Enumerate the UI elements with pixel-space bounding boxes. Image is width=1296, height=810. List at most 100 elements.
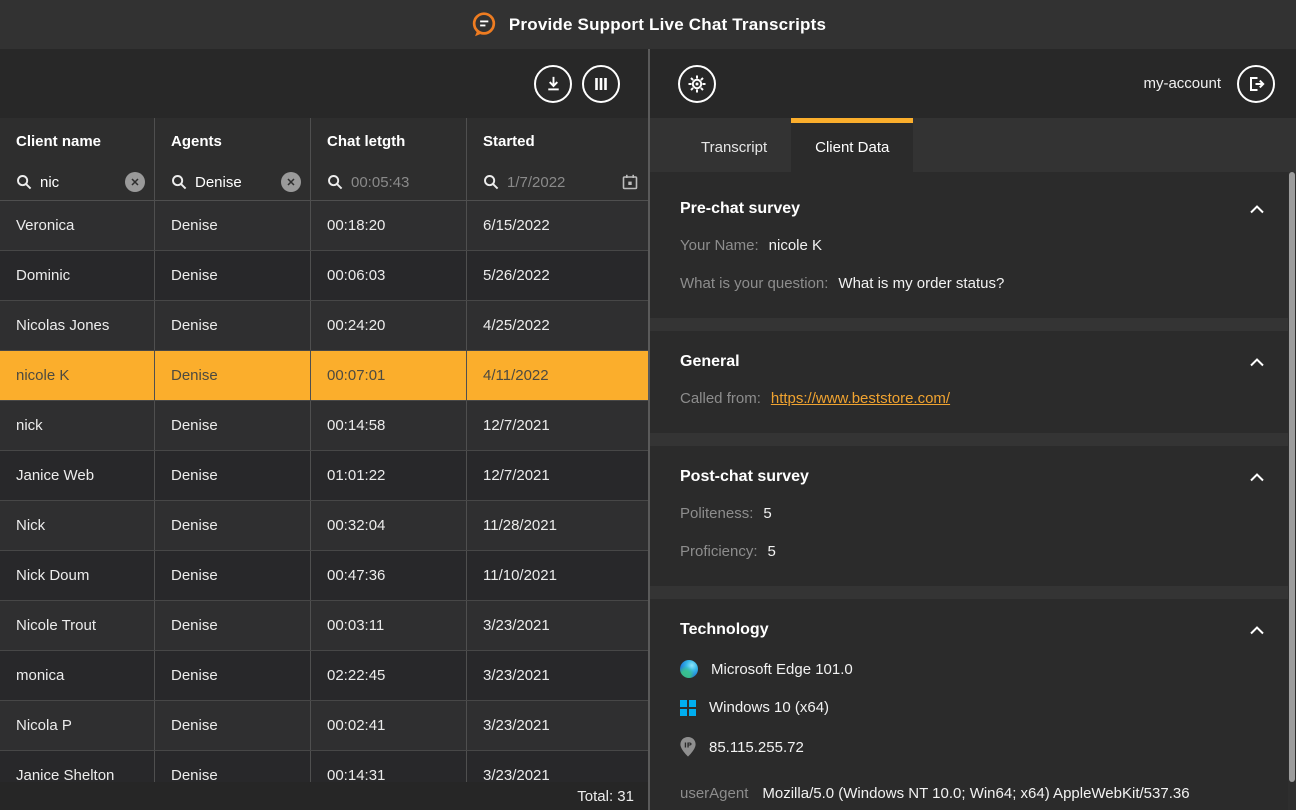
- cell-chat-length: 00:24:20: [311, 301, 467, 350]
- column-header-chat-length[interactable]: Chat letgth: [311, 118, 467, 164]
- cell-chat-length: 00:02:41: [311, 701, 467, 750]
- column-header-agents[interactable]: Agents: [155, 118, 311, 164]
- cell-started: 12/7/2021: [467, 401, 648, 450]
- table-row[interactable]: nick Denise 00:14:58 12/7/2021: [0, 401, 648, 451]
- table-row[interactable]: Nicolas Jones Denise 00:24:20 4/25/2022: [0, 301, 648, 351]
- cell-chat-length: 01:01:22: [311, 451, 467, 500]
- cell-started: 11/28/2021: [467, 501, 648, 550]
- field-label: Proficiency:: [680, 543, 758, 560]
- cell-agent: Denise: [155, 551, 311, 600]
- client-name-filter-input[interactable]: [40, 174, 117, 191]
- scrollbar-thumb[interactable]: [1289, 172, 1295, 782]
- app-window: Provide Support Live Chat Transcripts: [0, 0, 1296, 810]
- field-row: Your Name: nicole K: [680, 235, 1266, 256]
- app-title: Provide Support Live Chat Transcripts: [509, 15, 826, 35]
- cell-agent: Denise: [155, 351, 311, 400]
- cell-started: 12/7/2021: [467, 451, 648, 500]
- search-icon: [171, 174, 187, 190]
- transcripts-panel: Client name Agents Chat letgth Started: [0, 49, 650, 810]
- table-row[interactable]: nicole K Denise 00:07:01 4/11/2022: [0, 351, 648, 401]
- cell-client-name: nick: [0, 401, 155, 450]
- browser-value: Microsoft Edge 101.0: [711, 661, 853, 678]
- cell-started: 4/25/2022: [467, 301, 648, 350]
- cell-agent: Denise: [155, 451, 311, 500]
- started-filter-input[interactable]: [507, 174, 613, 191]
- agents-filter-input[interactable]: [195, 174, 273, 191]
- scrollbar-track[interactable]: [1288, 172, 1296, 810]
- tab-transcript[interactable]: Transcript: [677, 118, 791, 172]
- collapse-technology-button[interactable]: [1248, 624, 1266, 637]
- download-icon: [544, 74, 563, 93]
- total-count: Total: 31: [577, 788, 634, 805]
- download-button[interactable]: [534, 65, 572, 103]
- collapse-pre-chat-button[interactable]: [1248, 203, 1266, 216]
- field-label: Called from:: [680, 390, 761, 407]
- cell-client-name: Janice Web: [0, 451, 155, 500]
- cell-chat-length: 00:07:01: [311, 351, 467, 400]
- column-header-started[interactable]: Started: [467, 118, 648, 164]
- cell-started: 5/26/2022: [467, 251, 648, 300]
- date-picker-button[interactable]: [621, 173, 639, 191]
- table-row[interactable]: Janice Web Denise 01:01:22 12/7/2021: [0, 451, 648, 501]
- settings-button[interactable]: [678, 65, 716, 103]
- table-row[interactable]: Nick Doum Denise 00:47:36 11/10/2021: [0, 551, 648, 601]
- user-agent-label: userAgent: [680, 785, 748, 802]
- cell-started: 6/15/2022: [467, 201, 648, 250]
- field-row: Politeness: 5: [680, 503, 1266, 524]
- section-title: General: [680, 353, 740, 371]
- field-label: Politeness:: [680, 505, 753, 522]
- field-value: What is my order status?: [838, 275, 1004, 292]
- cell-agent: Denise: [155, 651, 311, 700]
- logout-button[interactable]: [1237, 65, 1275, 103]
- cell-client-name: Nicola P: [0, 701, 155, 750]
- field-label: Your Name:: [680, 237, 759, 254]
- browser-row: Microsoft Edge 101.0: [680, 660, 1266, 678]
- table-row[interactable]: Nicola P Denise 00:02:41 3/23/2021: [0, 701, 648, 751]
- clear-client-filter-button[interactable]: ✕: [125, 172, 145, 192]
- section-separator: [650, 318, 1296, 331]
- cell-client-name: nicole K: [0, 351, 155, 400]
- called-from-link[interactable]: https://www.beststore.com/: [771, 390, 950, 407]
- general-section: General Called from: https://www.beststor…: [650, 331, 1296, 433]
- close-icon: ✕: [286, 176, 295, 189]
- search-icon: [16, 174, 32, 190]
- cell-started: 3/23/2021: [467, 601, 648, 650]
- tab-client-data[interactable]: Client Data: [791, 118, 913, 172]
- cell-agent: Denise: [155, 601, 311, 650]
- table-row[interactable]: Nicole Trout Denise 00:03:11 3/23/2021: [0, 601, 648, 651]
- table-footer: Total: 31: [0, 782, 648, 810]
- collapse-general-button[interactable]: [1248, 356, 1266, 369]
- collapse-post-chat-button[interactable]: [1248, 471, 1266, 484]
- cell-chat-length: 00:06:03: [311, 251, 467, 300]
- user-agent-row: userAgentMozilla/5.0 (Windows NT 10.0; W…: [680, 781, 1222, 810]
- ip-pin-icon: IP: [680, 737, 696, 757]
- chat-length-filter-input[interactable]: [351, 174, 457, 191]
- edge-browser-icon: [680, 660, 698, 678]
- os-row: Windows 10 (x64): [680, 699, 1266, 716]
- table-row[interactable]: monica Denise 02:22:45 3/23/2021: [0, 651, 648, 701]
- table-row[interactable]: Dominic Denise 00:06:03 5/26/2022: [0, 251, 648, 301]
- columns-button[interactable]: [582, 65, 620, 103]
- account-name: my-account: [1143, 75, 1221, 92]
- client-data-content: Pre-chat survey Your Name:nicole K What …: [650, 172, 1296, 810]
- table-row[interactable]: Veronica Denise 00:18:20 6/15/2022: [0, 201, 648, 251]
- pre-chat-survey-section: Pre-chat survey Your Name:nicole K What …: [650, 172, 1296, 318]
- field-value: 5: [763, 505, 771, 522]
- section-separator: [650, 586, 1296, 599]
- chevron-up-icon: [1250, 473, 1264, 482]
- os-value: Windows 10 (x64): [709, 699, 829, 716]
- cell-client-name: Nicolas Jones: [0, 301, 155, 350]
- calendar-icon: [621, 173, 639, 191]
- logout-icon: [1246, 74, 1266, 94]
- field-value: 5: [768, 543, 776, 560]
- cell-started: 3/23/2021: [467, 701, 648, 750]
- field-value: nicole K: [769, 237, 822, 254]
- table-header: Client name Agents Chat letgth Started: [0, 118, 648, 201]
- field-row: What is your question:What is my order s…: [680, 273, 1266, 294]
- column-header-client-name[interactable]: Client name: [0, 118, 155, 164]
- table-row[interactable]: Nick Denise 00:32:04 11/28/2021: [0, 501, 648, 551]
- clear-agents-filter-button[interactable]: ✕: [281, 172, 301, 192]
- cell-client-name: Nick Doum: [0, 551, 155, 600]
- cell-client-name: Dominic: [0, 251, 155, 300]
- field-row: Proficiency: 5: [680, 541, 1266, 562]
